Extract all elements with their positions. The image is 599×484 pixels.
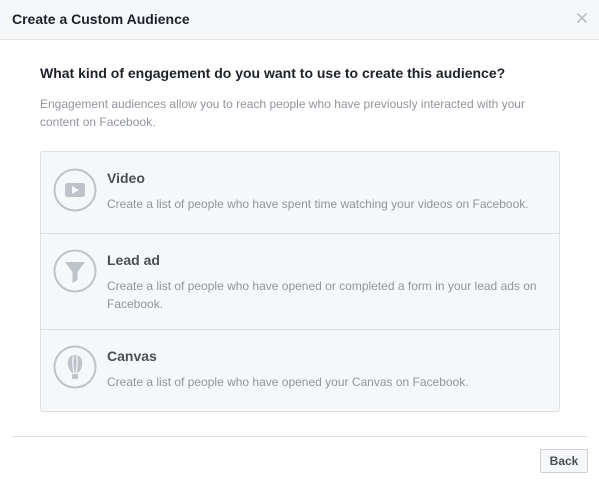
footer-divider [12,436,587,437]
engagement-question: What kind of engagement do you want to u… [40,65,506,81]
engagement-description: Engagement audiences allow you to reach … [40,97,525,129]
option-canvas[interactable]: Canvas Create a list of people who have … [41,329,559,411]
option-lead-ad[interactable]: Lead ad Create a list of people who have… [41,233,559,329]
option-description: Create a list of people who have spent t… [107,197,529,211]
video-icon [53,168,97,212]
option-video[interactable]: Video Create a list of people who have s… [41,152,559,233]
option-title: Canvas [107,348,157,364]
option-description: Create a list of people who have opened … [107,279,537,311]
option-title: Lead ad [107,252,160,268]
option-description: Create a list of people who have opened … [107,375,469,389]
funnel-icon [53,249,97,293]
create-custom-audience-dialog: Create a Custom Audience What kind of en… [0,0,599,484]
back-button[interactable]: Back [540,449,588,473]
engagement-options-list: Video Create a list of people who have s… [40,151,560,412]
dialog-title: Create a Custom Audience [12,11,190,27]
canvas-icon [53,345,97,389]
option-title: Video [107,170,145,186]
dialog-header: Create a Custom Audience [0,0,599,40]
close-icon[interactable] [575,11,589,25]
